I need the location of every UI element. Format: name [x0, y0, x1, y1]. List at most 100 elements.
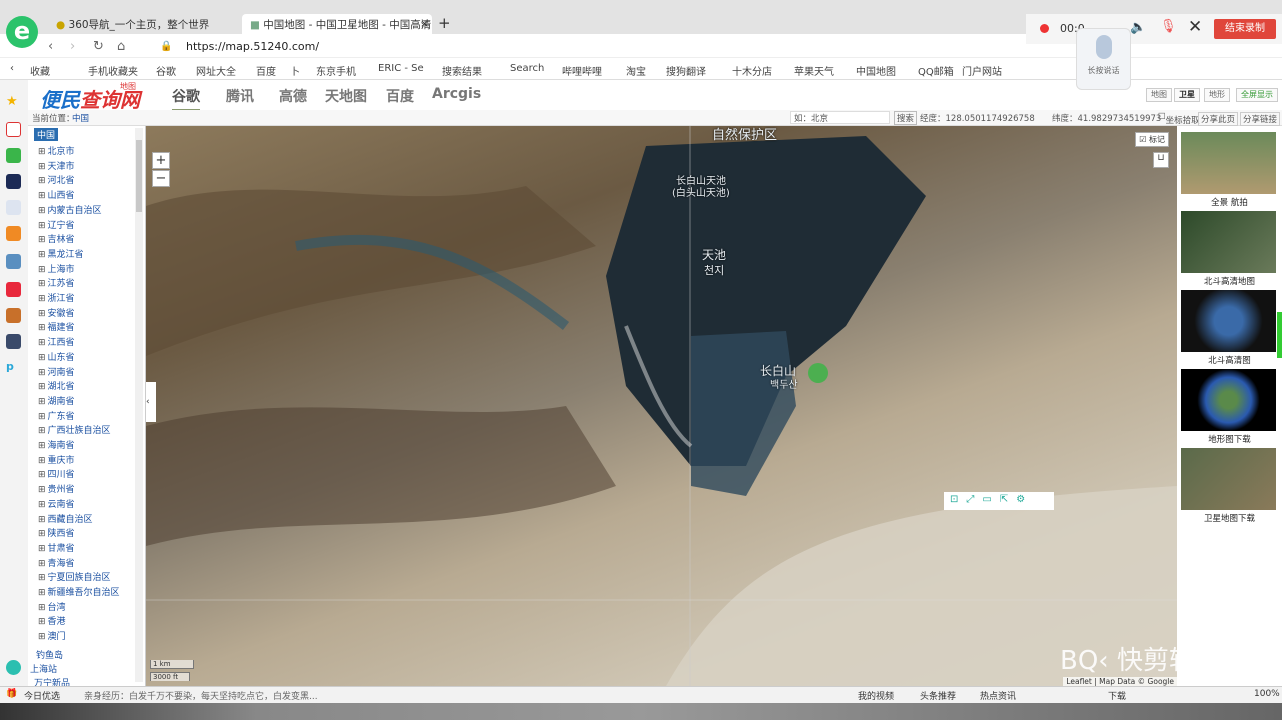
- tree-item[interactable]: 辽宁省: [38, 218, 75, 231]
- tree-item[interactable]: 天津市: [38, 159, 75, 172]
- map-toolbar[interactable]: ⊡⤢▭⇱⚙: [944, 492, 1054, 510]
- tree-item[interactable]: 河北省: [38, 173, 75, 186]
- tab-360[interactable]: ● 360导航_一个主页，整个世界: [48, 14, 238, 34]
- tree-scrollbar[interactable]: [135, 128, 143, 682]
- tree-item[interactable]: 内蒙古自治区: [38, 203, 102, 216]
- tab-arcgis[interactable]: Arcgis: [432, 86, 481, 102]
- app-icon[interactable]: [6, 282, 21, 297]
- location-link[interactable]: 中国: [72, 112, 89, 124]
- tree-item[interactable]: 湖北省: [38, 379, 75, 392]
- map-view-button[interactable]: 地图: [1146, 88, 1172, 102]
- tree-item[interactable]: 台湾: [38, 600, 66, 613]
- bookmark[interactable]: 哔哩哔哩: [562, 63, 602, 78]
- weibo-icon[interactable]: [6, 122, 21, 137]
- thumb-terrain-download[interactable]: [1181, 369, 1276, 431]
- game-icon[interactable]: [6, 334, 21, 349]
- scroll-indicator[interactable]: [1277, 312, 1282, 358]
- thumb-label[interactable]: 北斗高清图: [1177, 354, 1282, 366]
- bookmark[interactable]: 东京手机: [316, 63, 356, 78]
- map-canvas[interactable]: + − ‹ ☑ 标记 ⊔ 自然保护区 长白山天池 (白头山天池) 天池 천지 长…: [146, 126, 1177, 686]
- zoom-out-button[interactable]: −: [152, 170, 170, 187]
- tree-item[interactable]: 西藏自治区: [38, 512, 93, 525]
- bookmark[interactable]: 苹果天气: [794, 63, 834, 78]
- share-page-button[interactable]: 分享此页: [1198, 112, 1239, 126]
- news-ticker[interactable]: 亲身经历：白发千万不要染，每天坚持吃点它，白发变黑...: [84, 689, 318, 702]
- tab-baidu[interactable]: 百度: [386, 86, 414, 106]
- game-icon[interactable]: [6, 254, 21, 269]
- zoom-in-button[interactable]: +: [152, 152, 170, 169]
- game-icon[interactable]: [6, 308, 21, 323]
- search-input[interactable]: 如：北京: [790, 111, 890, 124]
- coord-pick-checkbox[interactable]: ☐ 坐标拾取: [1158, 112, 1200, 126]
- thumb-panorama[interactable]: [1181, 132, 1276, 194]
- thumb-label[interactable]: 地形图下载: [1177, 433, 1282, 445]
- app-icon[interactable]: p: [6, 360, 21, 375]
- thumb-beidou-satellite[interactable]: [1181, 290, 1276, 352]
- tree-item[interactable]: 陕西省: [38, 526, 75, 539]
- tree-item[interactable]: 云南省: [38, 497, 75, 510]
- add-icon[interactable]: [6, 660, 21, 675]
- tree-item[interactable]: 山西省: [38, 188, 75, 201]
- bookmark-icon[interactable]: ⊔: [1153, 152, 1169, 168]
- bookmark[interactable]: 谷歌: [156, 63, 176, 78]
- tree-item[interactable]: 江西省: [38, 335, 75, 348]
- new-tab-button[interactable]: +: [438, 14, 451, 32]
- forward-icon[interactable]: ›: [70, 39, 75, 54]
- close-tab-icon[interactable]: ×: [420, 17, 429, 30]
- map-marker-icon[interactable]: [808, 363, 828, 383]
- mic-muted-icon[interactable]: 🎙: [1160, 19, 1177, 34]
- tree-item[interactable]: 福建省: [38, 320, 75, 333]
- tab-gaode[interactable]: 高德: [279, 86, 307, 106]
- thumb-label[interactable]: 卫星地图下载: [1177, 512, 1282, 524]
- close-icon[interactable]: ✕: [1188, 17, 1202, 37]
- tree-item[interactable]: 宁夏回族自治区: [38, 570, 111, 583]
- tree-extra[interactable]: 万宁新品: [34, 676, 70, 686]
- tree-item[interactable]: 北京市: [38, 144, 75, 157]
- downloads[interactable]: 下载: [1108, 689, 1126, 702]
- tree-item[interactable]: 香港: [38, 614, 66, 627]
- headline[interactable]: 头条推荐: [920, 689, 956, 702]
- hot-news[interactable]: 热点资讯: [980, 689, 1016, 702]
- star-icon[interactable]: ★: [6, 94, 21, 109]
- bookmark[interactable]: 卜: [290, 63, 300, 78]
- speaker-icon[interactable]: 🔈: [1130, 20, 1146, 35]
- tree-item[interactable]: 浙江省: [38, 291, 75, 304]
- app-icon[interactable]: [6, 226, 21, 241]
- tree-item[interactable]: 甘肃省: [38, 541, 75, 554]
- my-videos[interactable]: 我的视频: [858, 689, 894, 702]
- app-icon[interactable]: [6, 174, 21, 189]
- thumb-label[interactable]: 全景 航拍: [1177, 196, 1282, 208]
- bookmarks-scroll-icon[interactable]: ‹: [10, 63, 14, 74]
- bookmark[interactable]: 网址大全: [196, 63, 236, 78]
- tab-tencent[interactable]: 腾讯: [226, 86, 254, 106]
- tree-item[interactable]: 安徽省: [38, 306, 75, 319]
- scrollbar-thumb[interactable]: [136, 140, 142, 212]
- bookmark[interactable]: 中国地图: [856, 63, 896, 78]
- satellite-view-button[interactable]: 卫星: [1174, 88, 1200, 102]
- map-attribution[interactable]: Leaflet | Map Data © Google: [1063, 677, 1177, 686]
- tree-item[interactable]: 澳门: [38, 629, 66, 642]
- bookmark[interactable]: 淘宝: [626, 63, 646, 78]
- bookmark[interactable]: QQ邮箱: [918, 63, 954, 78]
- tree-item[interactable]: 河南省: [38, 365, 75, 378]
- tree-extra[interactable]: 钓鱼岛: [36, 648, 63, 661]
- layer-toggle[interactable]: ☑ 标记: [1135, 132, 1169, 147]
- tree-item[interactable]: 贵州省: [38, 482, 75, 495]
- tree-item[interactable]: 重庆市: [38, 453, 75, 466]
- tree-item[interactable]: 新疆维吾尔自治区: [38, 585, 120, 598]
- collapse-panel-button[interactable]: ‹: [146, 382, 156, 422]
- bookmark[interactable]: ERIC - Se: [378, 63, 424, 74]
- home-icon[interactable]: ⌂: [117, 39, 125, 54]
- bookmark[interactable]: 十木分店: [732, 63, 772, 78]
- doc-icon[interactable]: [6, 200, 21, 215]
- tab-google[interactable]: 谷歌: [172, 86, 200, 112]
- end-recording-button[interactable]: 结束录制: [1214, 19, 1276, 39]
- url-input[interactable]: https://map.51240.com/: [186, 40, 319, 53]
- tab-china-map[interactable]: ■ 中国地图 - 中国卫星地图 - 中国高清: [242, 14, 432, 34]
- tree-extra[interactable]: 上海站: [30, 662, 57, 675]
- tree-item[interactable]: 湖南省: [38, 394, 75, 407]
- voice-input-button[interactable]: 长按说话: [1076, 28, 1131, 90]
- tree-item[interactable]: 广东省: [38, 409, 75, 422]
- tree-item[interactable]: 上海市: [38, 262, 75, 275]
- bookmark[interactable]: 搜索结果: [442, 63, 482, 78]
